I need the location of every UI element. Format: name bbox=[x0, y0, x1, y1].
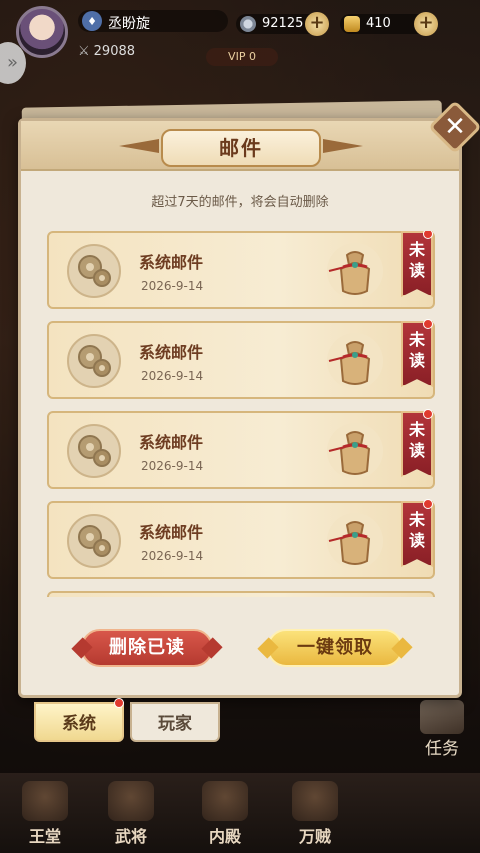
gold-ingot-icon bbox=[344, 16, 360, 32]
close-icon[interactable]: ✕ bbox=[436, 108, 474, 146]
crossed-swords-icon: ⚔ bbox=[78, 44, 90, 59]
auto-delete-notice: 超过7天的邮件，将会自动删除 bbox=[151, 195, 329, 210]
nav-item-inner-palace[interactable]: 内殿 bbox=[190, 781, 260, 847]
hall-icon bbox=[22, 781, 68, 821]
title-ornament-right bbox=[323, 139, 363, 153]
panel-header: 邮件 bbox=[21, 121, 459, 171]
mail-title: 系统邮件 bbox=[139, 523, 204, 542]
unread-dot bbox=[423, 409, 433, 419]
unread-tag: 未读 bbox=[401, 231, 433, 297]
reward-pouch-icon bbox=[327, 243, 383, 299]
add-coin-button[interactable]: + bbox=[305, 12, 329, 36]
mail-title: 系统邮件 bbox=[139, 253, 204, 272]
palace-icon bbox=[202, 781, 248, 821]
title-ornament-left bbox=[119, 139, 159, 153]
mail-list[interactable]: 系统邮件 2026-9-14 未读 系统邮件 2026-9-14 未读 系统邮件… bbox=[47, 231, 435, 597]
gear-icon bbox=[67, 514, 121, 568]
player-name: 丞盼旋 bbox=[108, 16, 150, 32]
avatar[interactable] bbox=[16, 6, 68, 58]
mail-date: 2026-9-14 bbox=[141, 279, 204, 293]
unread-tag: 未读 bbox=[401, 321, 433, 387]
task-button[interactable]: 任务 bbox=[414, 700, 470, 760]
rank-icon: ♦ bbox=[82, 11, 102, 31]
reward-pouch-icon bbox=[327, 513, 383, 569]
mail-panel: 邮件 超过7天的邮件，将会自动删除 系统邮件 2026-9-14 未读 系统邮件… bbox=[18, 118, 462, 698]
coin-icon bbox=[240, 16, 256, 32]
reward-pouch-icon bbox=[327, 423, 383, 479]
panel-title: 邮件 bbox=[161, 129, 321, 167]
bandit-icon bbox=[292, 781, 338, 821]
mail-item[interactable]: 系统邮件 2026-9-14 未读 bbox=[47, 499, 435, 579]
mail-date: 2026-9-14 bbox=[141, 549, 204, 563]
unread-tag: 未读 bbox=[401, 411, 433, 477]
mail-title: 系统邮件 bbox=[139, 343, 204, 362]
nav-item-bandits[interactable]: 万贼 bbox=[280, 781, 350, 847]
nav-item-hall[interactable]: 王堂 bbox=[10, 781, 80, 847]
unread-tag: 未读 bbox=[401, 501, 433, 567]
vip-badge[interactable]: VIP 0 bbox=[206, 48, 278, 66]
mail-date: 2026-9-14 bbox=[141, 459, 204, 473]
add-ingot-button[interactable]: + bbox=[414, 12, 438, 36]
mail-item[interactable]: 系统邮件 2026-9-14 未读 bbox=[47, 409, 435, 489]
task-label: 任务 bbox=[425, 739, 459, 759]
unread-dot bbox=[423, 499, 433, 509]
tab-system[interactable]: 系统 bbox=[34, 702, 124, 742]
power-value: 29088 bbox=[93, 44, 136, 59]
nav-label: 内殿 bbox=[208, 827, 241, 846]
bottom-nav: 王堂 武将 内殿 万贼 bbox=[0, 773, 480, 853]
nav-item-generals[interactable]: 武将 bbox=[96, 781, 166, 847]
mail-item-partial[interactable] bbox=[47, 591, 435, 597]
task-icon bbox=[420, 700, 464, 734]
gear-icon bbox=[67, 244, 121, 298]
mail-item[interactable]: 系统邮件 2026-9-14 未读 bbox=[47, 231, 435, 309]
claim-all-button[interactable]: 一键领取 bbox=[267, 629, 403, 667]
gear-icon bbox=[67, 424, 121, 478]
generals-icon bbox=[108, 781, 154, 821]
mail-title: 系统邮件 bbox=[139, 433, 204, 452]
tab-notification-dot bbox=[114, 698, 124, 708]
mail-date: 2026-9-14 bbox=[141, 369, 204, 383]
ingot-value: 410 bbox=[366, 16, 391, 31]
coin-value: 92125 bbox=[262, 16, 304, 31]
mail-item[interactable]: 系统邮件 2026-9-14 未读 bbox=[47, 319, 435, 399]
power-row: ⚔ 29088 bbox=[78, 44, 135, 59]
reward-pouch-icon bbox=[327, 333, 383, 389]
gear-icon bbox=[67, 334, 121, 388]
unread-dot bbox=[423, 319, 433, 329]
top-bar: ♦ 丞盼旋 ⚔ 29088 VIP 0 92125 + 410 + bbox=[0, 0, 480, 70]
delete-read-button[interactable]: 删除已读 bbox=[81, 629, 213, 667]
nav-label: 武将 bbox=[114, 827, 147, 846]
tab-player[interactable]: 玩家 bbox=[130, 702, 220, 742]
nav-label: 王堂 bbox=[28, 827, 61, 846]
nav-label: 万贼 bbox=[298, 827, 331, 846]
